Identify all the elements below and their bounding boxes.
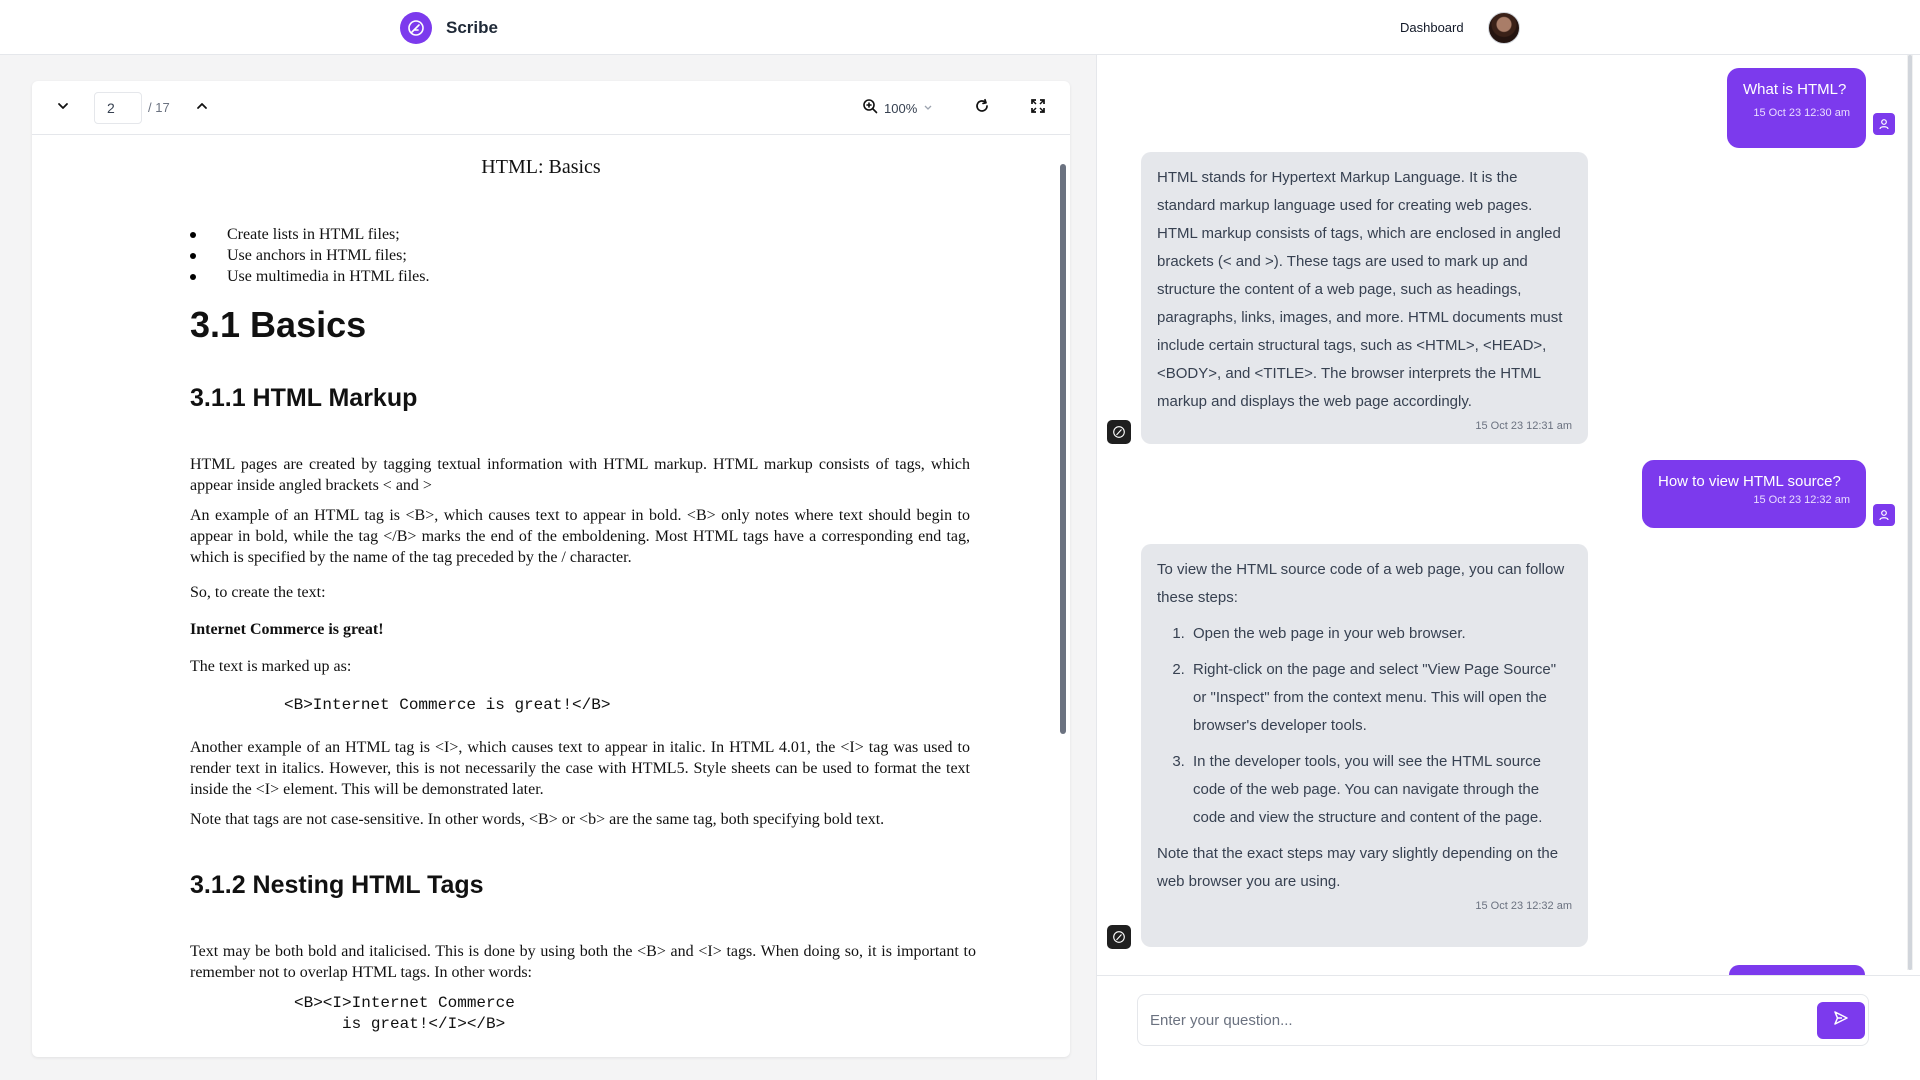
message-text: How to view HTML source?	[1658, 473, 1841, 490]
document-scrollbar[interactable]	[1060, 164, 1066, 734]
paragraph: An example of an HTML tag is <B>, which …	[190, 507, 970, 566]
brand[interactable]: Scribe	[400, 12, 498, 44]
paragraph: The text is marked up as:	[190, 658, 352, 675]
fullscreen-icon	[1031, 98, 1045, 118]
code-sample: <B>Internet Commerce is great!</B>	[284, 696, 611, 714]
message-intro: To view the HTML source code of a web pa…	[1157, 561, 1565, 606]
list-item: Use multimedia in HTML files.	[190, 266, 429, 287]
user-message	[1729, 965, 1865, 975]
send-icon	[1833, 1010, 1849, 1031]
previous-page-button[interactable]	[189, 95, 215, 121]
paragraph: Internet Commerce is great!	[190, 621, 384, 638]
list-item: Create lists in HTML files;	[190, 224, 429, 245]
subsection-heading: 3.1.1 HTML Markup	[190, 384, 418, 412]
top-navbar: Scribe Dashboard	[0, 0, 1920, 55]
chevron-down-icon	[56, 99, 70, 118]
list-item: Use anchors in HTML files;	[190, 245, 429, 266]
message-timestamp: 15 Oct 23 12:32 am	[1475, 900, 1572, 912]
zoom-level: 100%	[884, 100, 918, 116]
objectives-list: Create lists in HTML files; Use anchors …	[190, 224, 429, 287]
user-icon	[1873, 113, 1895, 135]
next-page-button[interactable]	[50, 95, 76, 121]
question-field	[1137, 994, 1869, 1046]
steps-list: Open the web page in your web browser. R…	[1157, 620, 1572, 832]
user-icon	[1873, 504, 1895, 526]
fullscreen-button[interactable]	[1025, 95, 1051, 121]
app-name: Scribe	[446, 18, 498, 37]
chevron-down-icon	[923, 99, 933, 117]
section-heading: 3.1 Basics	[190, 304, 367, 345]
message-text: What is HTML?	[1743, 81, 1847, 98]
list-item: In the developer tools, you will see the…	[1189, 748, 1572, 832]
subsection-heading: 3.1.2 Nesting HTML Tags	[190, 871, 484, 899]
message-outro: Note that the exact steps may vary sligh…	[1157, 845, 1559, 890]
quill-logo-icon	[400, 12, 432, 44]
document-area: / 17 100%	[0, 55, 1096, 1080]
assistant-message: HTML stands for Hypertext Markup Languag…	[1141, 152, 1588, 444]
scribe-bot-icon	[1107, 925, 1131, 949]
avatar[interactable]	[1488, 12, 1520, 44]
list-item: Open the web page in your web browser.	[1189, 620, 1572, 648]
assistant-message: To view the HTML source code of a web pa…	[1141, 544, 1588, 947]
user-message: What is HTML? 15 Oct 23 12:30 am	[1727, 68, 1866, 148]
message-timestamp: 15 Oct 23 12:30 am	[1753, 107, 1850, 119]
viewer-toolbar: / 17 100%	[32, 81, 1070, 135]
paragraph: Text may be both bold and italicised. Th…	[190, 943, 976, 981]
message-timestamp: 15 Oct 23 12:32 am	[1753, 494, 1850, 506]
page-number-input[interactable]	[94, 92, 142, 124]
send-button[interactable]	[1817, 1002, 1865, 1039]
scribe-bot-icon	[1107, 420, 1131, 444]
user-message: How to view HTML source? 15 Oct 23 12:32…	[1642, 460, 1866, 528]
chat-panel: What is HTML? 15 Oct 23 12:30 am HTML st…	[1096, 55, 1920, 1080]
paragraph: HTML pages are created by tagging textua…	[190, 456, 970, 494]
document-page: HTML: Basics Create lists in HTML files;…	[32, 136, 1050, 1057]
paragraph: Another example of an HTML tag is <I>, w…	[190, 739, 970, 798]
running-title: HTML: Basics	[481, 156, 601, 178]
refresh-icon	[974, 98, 990, 119]
chat-scrollbar[interactable]	[1907, 55, 1913, 970]
list-item: Right-click on the page and select "View…	[1189, 656, 1572, 740]
refresh-button[interactable]	[969, 95, 995, 121]
zoom-in-icon	[862, 98, 878, 119]
dashboard-link[interactable]: Dashboard	[1400, 20, 1464, 35]
code-sample: <B><I>Internet Commerce is great!</I></B…	[294, 994, 515, 1033]
pdf-viewer: / 17 100%	[32, 81, 1070, 1057]
chevron-up-icon	[195, 99, 209, 118]
question-input[interactable]	[1150, 1005, 1790, 1035]
message-timestamp: 15 Oct 23 12:31 am	[1475, 420, 1572, 432]
page-total: / 17	[148, 100, 170, 115]
chat-composer	[1097, 975, 1920, 1080]
message-text: HTML stands for Hypertext Markup Languag…	[1157, 169, 1563, 410]
paragraph: Note that tags are not case-sensitive. I…	[190, 811, 885, 828]
zoom-dropdown[interactable]: 100%	[862, 95, 933, 121]
paragraph: So, to create the text:	[190, 584, 326, 601]
